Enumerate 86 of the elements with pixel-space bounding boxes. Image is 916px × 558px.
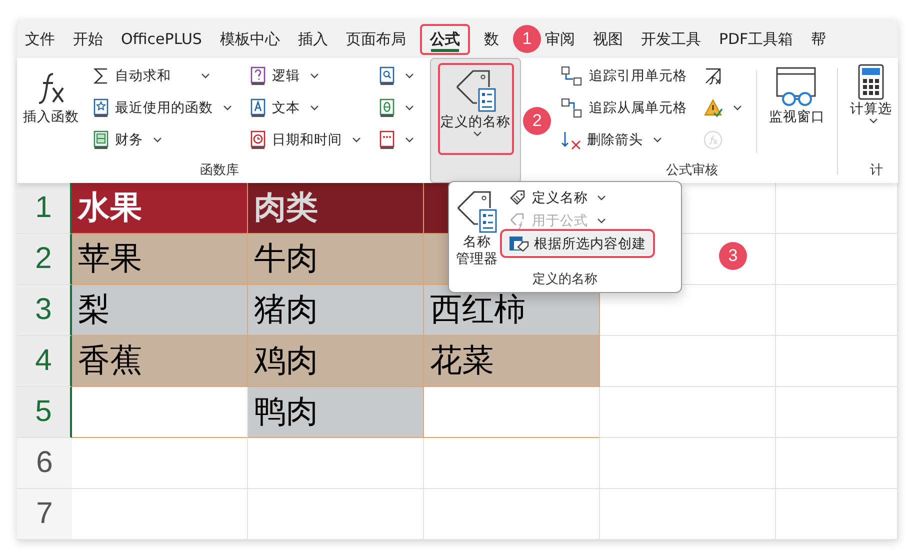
theta-book-icon [379, 98, 395, 118]
step-badge: 2 [523, 106, 552, 134]
table-cell: 香蕉 [72, 336, 248, 387]
step-badge: 1 [512, 25, 541, 53]
formula-icon [703, 66, 724, 86]
caret-icon [653, 137, 662, 143]
ribbon-tab[interactable]: PDF工具箱 [714, 24, 798, 54]
row-header[interactable]: 3 [17, 285, 72, 336]
table-cell: 鸭肉 [248, 387, 424, 438]
trace-arrow-icon [561, 98, 584, 118]
menu-item[interactable]: 根据所选内容创建 [503, 232, 652, 255]
formula-auditing-button[interactable]: 删除箭头 [557, 126, 692, 154]
caret-icon [597, 218, 606, 224]
ribbon-tab[interactable]: 公式 [420, 24, 470, 54]
caret-icon [352, 137, 361, 143]
book-icon [93, 130, 109, 150]
calculation-options-button[interactable]: 计算选 [844, 60, 898, 161]
name-manager-button[interactable]: 名称 管理器 [453, 186, 501, 270]
formula-auditing-button[interactable]: 追踪引用单元格 [557, 62, 692, 90]
caret-icon [153, 137, 162, 143]
formula-auditing-button[interactable]: 追踪从属单元格 [557, 94, 692, 122]
function-category-button[interactable]: 自动求和 [89, 62, 236, 90]
row-header[interactable]: 6 [17, 438, 72, 489]
ribbon-tab[interactable]: 开发工具 [636, 24, 705, 54]
tag-icon [509, 188, 527, 206]
row-header[interactable]: 1 [17, 183, 72, 234]
name-tag-icon [455, 188, 499, 234]
sum-icon [93, 67, 109, 85]
caret-icon [405, 137, 414, 143]
question-book-icon [250, 66, 266, 86]
ribbon-tab[interactable]: 帮 [807, 24, 830, 54]
group-label: 公式审核 [665, 162, 720, 180]
caret-icon [405, 105, 414, 111]
ribbon-tab[interactable]: 页面布局 [342, 24, 410, 54]
function-category-button[interactable]: 财务 [89, 126, 236, 154]
row-header[interactable]: 7 [17, 489, 72, 540]
remove-arrows-icon [561, 130, 582, 150]
calculator-icon [858, 64, 884, 100]
row-header[interactable]: 2 [17, 234, 72, 285]
ribbon-tab[interactable]: 视图 [588, 24, 627, 54]
star-book-icon [93, 98, 109, 118]
watch-window-button[interactable]: 监视窗口 [763, 60, 832, 161]
ribbon-tab[interactable]: 插入 [294, 24, 332, 54]
trace-arrow-icon [561, 66, 584, 86]
clock-book-icon [250, 130, 266, 150]
caret-icon [733, 105, 742, 111]
function-category-button[interactable]: 日期和时间 [246, 126, 365, 154]
ribbon-tab[interactable]: 模板中心 [216, 24, 284, 54]
caret-icon [310, 105, 319, 111]
insert-function-button[interactable]: 插入函数 [17, 60, 85, 161]
row-header[interactable]: 5 [17, 387, 72, 438]
caret-icon [405, 73, 414, 79]
caret-icon [868, 118, 878, 124]
ribbon-tab[interactable]: 文件 [21, 24, 59, 54]
ribbon-tab[interactable]: OfficePLUS [117, 24, 206, 54]
group-label: 函数库 [199, 162, 240, 180]
letter-book-icon [250, 98, 266, 118]
caret-icon [597, 194, 606, 200]
table-cell: 梨 [72, 285, 248, 336]
table-tag-icon [509, 234, 529, 252]
row-header[interactable]: 4 [17, 336, 72, 387]
search-book-icon [379, 66, 395, 86]
ribbon-tab[interactable]: 审阅 [540, 24, 579, 54]
dots-book-icon [379, 130, 395, 150]
group-label: 计 [869, 162, 884, 180]
caret-icon [310, 73, 319, 79]
menu-item[interactable]: 定义名称 [503, 186, 652, 209]
warning-icon [703, 98, 724, 118]
ribbon-tab[interactable]: 数 [480, 24, 503, 54]
table-cell: 苹果 [72, 234, 248, 285]
caret-icon [223, 105, 232, 111]
table-cell: 水果 [72, 183, 248, 234]
table-cell: 肉类 [248, 183, 424, 234]
function-category-button[interactable]: 文本 [246, 94, 365, 122]
table-cell: 牛肉 [248, 234, 424, 285]
fx-circle-icon [703, 130, 724, 150]
table-cell: 鸡肉 [248, 336, 424, 387]
caret-icon [473, 131, 482, 137]
ribbon-tab[interactable]: 开始 [69, 24, 107, 54]
function-category-button[interactable]: 最近使用的函数 [89, 94, 236, 122]
table-cell: 花菜 [424, 336, 600, 387]
name-tag-icon [454, 67, 498, 113]
function-category-button[interactable]: 逻辑 [246, 62, 365, 90]
table-cell: 猪肉 [248, 285, 424, 336]
caret-icon [201, 73, 210, 79]
defined-names-button[interactable]: 定义的名称 [430, 58, 522, 183]
